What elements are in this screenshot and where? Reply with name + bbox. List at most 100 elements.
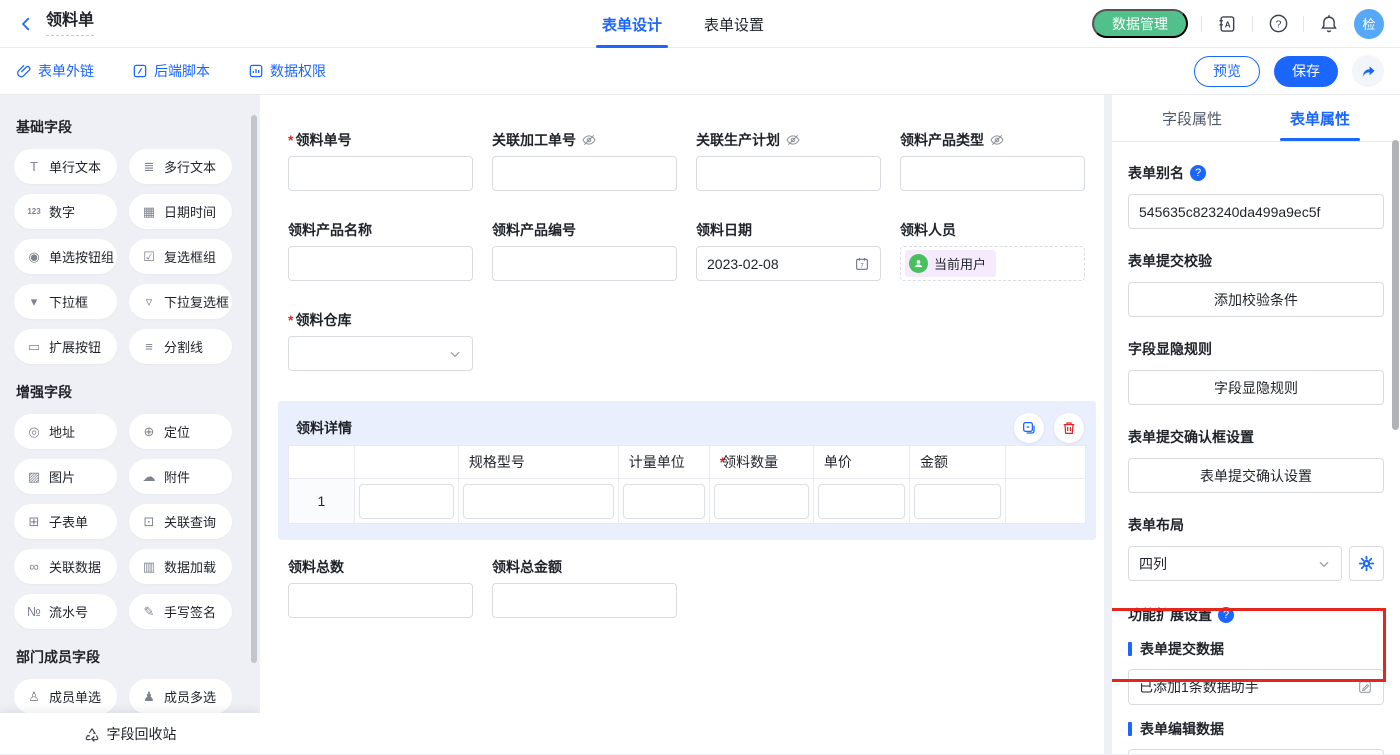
field-type-item[interactable]: ▥数据加载: [129, 549, 232, 584]
text-input[interactable]: [288, 156, 473, 191]
copy-subform-button[interactable]: [1014, 413, 1044, 443]
form-field-material-no[interactable]: *领料单号: [288, 131, 473, 191]
linked-data-icon: ∞: [26, 560, 42, 573]
field-type-item[interactable]: ☑复选框组: [129, 239, 232, 274]
field-type-label: 关联查询: [164, 512, 216, 531]
header-tabs: 表单设计 表单设置: [602, 0, 764, 48]
help-icon[interactable]: ?: [1190, 165, 1206, 181]
field-type-item[interactable]: ▦日期时间: [129, 194, 232, 229]
preview-button[interactable]: 预览: [1194, 56, 1260, 87]
data-assistant-summary[interactable]: 已添加1条数据助手: [1128, 669, 1384, 705]
tab-form-properties[interactable]: 表单属性: [1256, 95, 1384, 141]
text-input[interactable]: [492, 246, 677, 281]
user-avatar[interactable]: 检: [1354, 9, 1384, 39]
panel-scrollbar[interactable]: [1392, 140, 1399, 430]
date-input[interactable]: 2023-02-08 7: [696, 246, 881, 281]
subform-material-detail[interactable]: 领料详情 规格型号 计量单位 *: [278, 401, 1096, 540]
current-user-tag[interactable]: 当前用户: [905, 250, 996, 277]
data-manage-button[interactable]: 数据管理: [1092, 9, 1188, 38]
field-type-item[interactable]: ▨图片: [14, 459, 117, 494]
form-field-product-no[interactable]: 领料产品编号: [492, 221, 677, 281]
field-type-item[interactable]: ▭扩展按钮: [14, 329, 117, 364]
form-field-material-date[interactable]: 领料日期 2023-02-08 7: [696, 221, 881, 281]
row-number: 1: [289, 479, 355, 524]
text-input[interactable]: [492, 156, 677, 191]
form-field-linked-production-plan[interactable]: 关联生产计划: [696, 131, 881, 191]
form-layout-select[interactable]: 四列: [1128, 546, 1342, 581]
notification-bell-icon[interactable]: [1317, 12, 1341, 36]
cell-input[interactable]: [714, 484, 809, 519]
form-field-total-quantity[interactable]: 领料总数: [288, 558, 473, 618]
field-type-item[interactable]: ∞关联数据: [14, 549, 117, 584]
member-input[interactable]: 当前用户: [900, 246, 1085, 281]
text-input[interactable]: [696, 156, 881, 191]
eye-slash-icon: [989, 132, 1005, 148]
field-type-item[interactable]: ▿下拉复选框: [129, 284, 232, 319]
cell-input[interactable]: [914, 484, 1001, 519]
cell-input[interactable]: [359, 484, 454, 519]
gear-icon: [1358, 555, 1375, 572]
cell-input[interactable]: [818, 484, 905, 519]
text-input[interactable]: [492, 583, 677, 618]
tab-field-properties[interactable]: 字段属性: [1128, 95, 1256, 141]
select-input[interactable]: [288, 336, 473, 371]
back-button[interactable]: [16, 14, 36, 34]
field-type-item[interactable]: ♟成员多选: [129, 679, 232, 714]
chevron-down-icon: [1317, 557, 1331, 571]
field-type-item[interactable]: ▾下拉框: [14, 284, 117, 319]
cell-input[interactable]: [623, 484, 705, 519]
form-field-total-amount[interactable]: 领料总金额: [492, 558, 677, 618]
help-icon[interactable]: ?: [1218, 607, 1234, 623]
field-type-item[interactable]: ⊕定位: [129, 414, 232, 449]
column-header-amount[interactable]: 金额: [909, 446, 1005, 479]
save-button[interactable]: 保存: [1274, 56, 1338, 87]
field-recycle-bin-button[interactable]: 字段回收站: [0, 713, 260, 754]
divider: [1201, 16, 1202, 32]
tab-form-design[interactable]: 表单设计: [602, 0, 662, 48]
cell-input[interactable]: [463, 484, 614, 519]
field-type-item[interactable]: ≡分割线: [129, 329, 232, 364]
text-input[interactable]: [288, 246, 473, 281]
form-external-link-button[interactable]: 表单外链: [16, 61, 94, 81]
field-palette-sidebar: 基础字段T单行文本≣多行文本123数字▦日期时间◉单选按钮组☑复选框组▾下拉框▿…: [0, 95, 260, 754]
column-header-quantity[interactable]: *领料数量: [709, 446, 813, 479]
data-permission-button[interactable]: 数据权限: [248, 61, 326, 81]
address-book-icon[interactable]: A: [1215, 12, 1239, 36]
field-type-item[interactable]: ≣多行文本: [129, 149, 232, 184]
field-type-item[interactable]: ◎地址: [14, 414, 117, 449]
field-type-item[interactable]: №流水号: [14, 594, 117, 629]
field-type-item[interactable]: ✎手写签名: [129, 594, 232, 629]
delete-subform-button[interactable]: [1054, 413, 1084, 443]
text-input[interactable]: [900, 156, 1085, 191]
tab-form-settings[interactable]: 表单设置: [704, 0, 764, 48]
form-field-material-product-type[interactable]: 领料产品类型: [900, 131, 1085, 191]
backend-script-button[interactable]: 后端脚本: [132, 61, 210, 81]
field-type-item[interactable]: ⊡关联查询: [129, 504, 232, 539]
field-type-item[interactable]: 123数字: [14, 194, 117, 229]
edit-data-label: 表单编辑数据: [1140, 719, 1224, 739]
column-header-spec-model[interactable]: 规格型号: [458, 446, 618, 479]
svg-text:A: A: [1225, 19, 1231, 29]
column-header-unit-price[interactable]: 单价: [813, 446, 909, 479]
layout-settings-button[interactable]: [1349, 546, 1384, 581]
field-type-item[interactable]: ☁附件: [129, 459, 232, 494]
sidebar-scrollbar[interactable]: [251, 115, 257, 663]
form-field-material-person[interactable]: 领料人员 当前用户: [900, 221, 1085, 281]
submit-confirm-settings-button[interactable]: 表单提交确认设置: [1128, 458, 1384, 493]
share-button[interactable]: [1352, 55, 1384, 87]
form-field-linked-process-order[interactable]: 关联加工单号: [492, 131, 677, 191]
form-field-material-warehouse[interactable]: *领料仓库: [288, 311, 473, 371]
text-input[interactable]: [288, 583, 473, 618]
field-visibility-rules-button[interactable]: 字段显隐规则: [1128, 370, 1384, 405]
add-validation-button[interactable]: 添加校验条件: [1128, 282, 1384, 317]
form-title[interactable]: 领料单: [46, 11, 94, 36]
add-operation-button[interactable]: 添加操作: [1128, 749, 1384, 754]
field-type-item[interactable]: T单行文本: [14, 149, 117, 184]
form-alias-input[interactable]: 545635c823240da499a9ec5f: [1128, 194, 1384, 229]
field-type-item[interactable]: ◉单选按钮组: [14, 239, 117, 274]
column-header-unit[interactable]: 计量单位: [618, 446, 709, 479]
form-field-product-name[interactable]: 领料产品名称: [288, 221, 473, 281]
help-icon[interactable]: ?: [1266, 12, 1290, 36]
field-type-item[interactable]: ⊞子表单: [14, 504, 117, 539]
field-type-item[interactable]: ♙成员单选: [14, 679, 117, 714]
